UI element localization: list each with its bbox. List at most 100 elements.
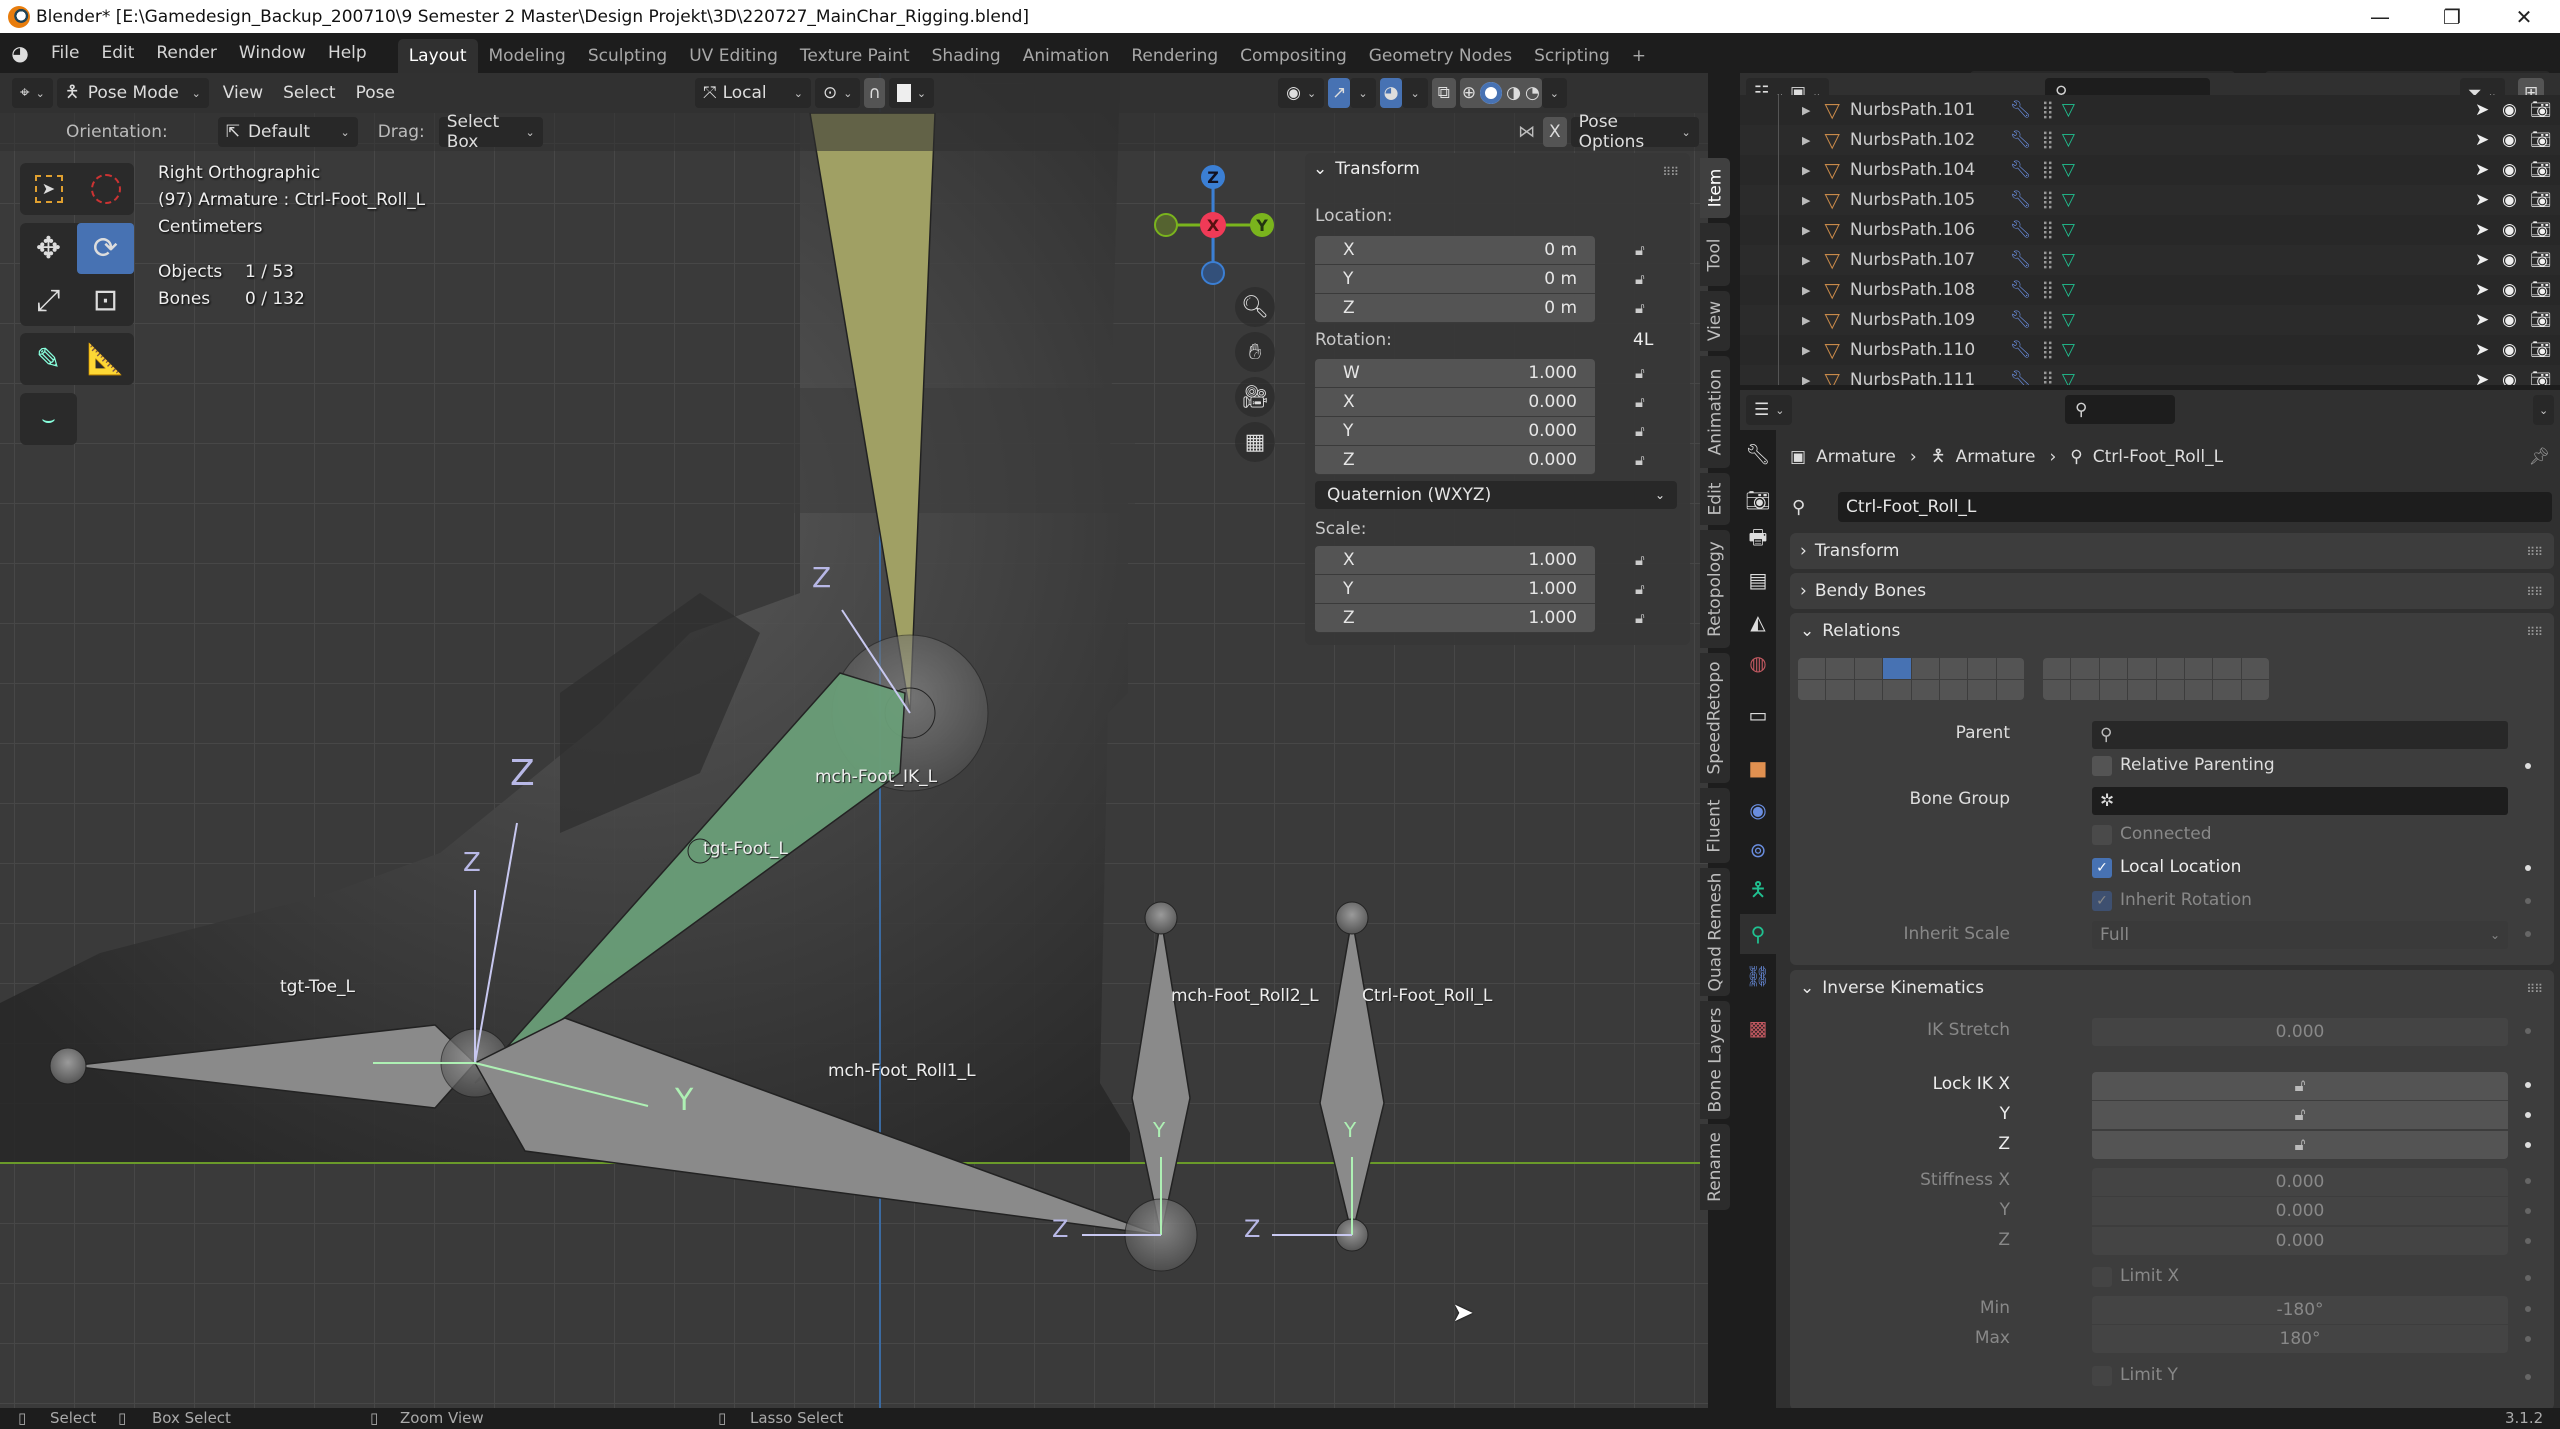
keyframe-dot[interactable] xyxy=(2525,1374,2531,1380)
curve-data-icon[interactable]: ▽ xyxy=(2062,100,2075,120)
eye-visibility-icon[interactable]: ◉ xyxy=(2502,100,2517,120)
render-visibility-icon[interactable]: 📷︎ xyxy=(2530,160,2552,180)
rotation-y-field[interactable]: Y 0.000 xyxy=(1315,417,1595,446)
lock-scale-x-icon[interactable]: 🔓︎ xyxy=(1635,551,1655,571)
keyframe-dot[interactable] xyxy=(2525,1112,2531,1118)
solid-shading-button[interactable] xyxy=(1480,82,1503,104)
sidebar-tab-tool[interactable]: Tool xyxy=(1700,223,1730,286)
tab-object-constraints[interactable]: ⊚ xyxy=(1740,830,1776,870)
bone-layer-button[interactable] xyxy=(1883,679,1911,700)
bone-layer-button[interactable] xyxy=(2241,658,2269,679)
tab-armature-data[interactable]: 🯅 xyxy=(1740,872,1776,912)
limit-y-checkbox[interactable] xyxy=(2092,1366,2112,1386)
outliner-row[interactable]: ▶ ▽ NurbsPath.108 🔧︎ ⣿ ▽ ➤ ◉ 📷︎ xyxy=(1740,275,2560,305)
render-visibility-icon[interactable]: 📷︎ xyxy=(2530,250,2552,270)
minimize-button[interactable]: — xyxy=(2344,0,2416,33)
curve-data-icon[interactable]: ▽ xyxy=(2062,370,2075,385)
outliner-item-name[interactable]: NurbsPath.109 xyxy=(1850,310,2000,330)
lock-ik-y-toggle[interactable]: 🔓︎ xyxy=(2092,1101,2508,1129)
tab-output[interactable]: 🖶︎ xyxy=(1740,520,1776,560)
snap-toggle[interactable]: ∩ xyxy=(864,78,885,108)
render-visibility-icon[interactable]: 📷︎ xyxy=(2530,280,2552,300)
outliner-item-name[interactable]: NurbsPath.106 xyxy=(1850,220,2000,240)
bone-layer-button[interactable] xyxy=(1911,658,1939,679)
panel-bendy-bones[interactable]: › Bendy Bones ⠿⠿ xyxy=(1790,573,2554,609)
sidebar-tab-edit[interactable]: Edit xyxy=(1700,473,1730,525)
keyframe-dot[interactable] xyxy=(2525,1336,2531,1342)
expand-arrow-icon[interactable]: ▶ xyxy=(1802,104,1810,117)
outliner-row[interactable]: ▶ ▽ NurbsPath.107 🔧︎ ⣿ ▽ ➤ ◉ 📷︎ xyxy=(1740,245,2560,275)
hook-icon[interactable]: ⣿ xyxy=(2041,220,2053,240)
hook-icon[interactable]: ⣿ xyxy=(2041,370,2053,385)
curve-data-icon[interactable]: ▽ xyxy=(2062,190,2075,210)
eye-visibility-icon[interactable]: ◉ xyxy=(2502,220,2517,240)
lock-ik-z-toggle[interactable]: 🔓︎ xyxy=(2092,1131,2508,1159)
render-visibility-icon[interactable]: 📷︎ xyxy=(2530,340,2552,360)
bone-layer-button[interactable] xyxy=(2099,658,2128,679)
render-visibility-icon[interactable]: 📷︎ xyxy=(2530,310,2552,330)
bone-layer-button[interactable] xyxy=(1826,679,1854,700)
zoom-view-button[interactable]: 🔍︎ xyxy=(1235,287,1275,327)
inherit-rotation-checkbox[interactable]: ✓ xyxy=(2092,891,2112,911)
outliner-row[interactable]: ▶ ▽ NurbsPath.104 🔧︎ ⣿ ▽ ➤ ◉ 📷︎ xyxy=(1740,155,2560,185)
keyframe-dot[interactable] xyxy=(2525,763,2531,769)
tab-collection[interactable]: ▭ xyxy=(1740,695,1776,735)
eye-visibility-icon[interactable]: ◉ xyxy=(2502,340,2517,360)
pivot-point-button[interactable]: ⊙ ⌄ xyxy=(814,78,861,108)
outliner-item-name[interactable]: NurbsPath.105 xyxy=(1850,190,2000,210)
bone-layer-button[interactable] xyxy=(1939,658,1968,679)
bone-name-input[interactable]: Ctrl-Foot_Roll_L xyxy=(1838,492,2552,522)
modifier-icon[interactable]: 🔧︎ xyxy=(2010,250,2032,270)
bone-layer-button[interactable] xyxy=(1939,679,1968,700)
modifier-icon[interactable]: 🔧︎ xyxy=(2010,100,2032,120)
tab-world[interactable]: ◍ xyxy=(1740,643,1776,683)
keyframe-dot[interactable] xyxy=(2525,1082,2531,1088)
expand-arrow-icon[interactable]: ▶ xyxy=(1802,224,1810,237)
overlays-dropdown[interactable]: ⌄ xyxy=(1402,78,1428,108)
bone-layer-button[interactable] xyxy=(1968,679,1996,700)
selectable-toggle-icon[interactable]: ➤ xyxy=(2475,190,2489,210)
menu-pose[interactable]: Pose xyxy=(346,83,405,103)
limit-x-checkbox[interactable] xyxy=(2092,1267,2112,1287)
outliner-row[interactable]: ▶ ▽ NurbsPath.101 🔧︎ ⣿ ▽ ➤ ◉ 📷︎ xyxy=(1740,95,2560,125)
hook-icon[interactable]: ⣿ xyxy=(2041,190,2053,210)
overlays-toggle[interactable]: ◕ xyxy=(1379,78,1403,108)
relative-parenting-checkbox[interactable] xyxy=(2092,756,2112,776)
sidebar-tab-retopology[interactable]: Retopology xyxy=(1700,530,1730,648)
properties-options-dropdown[interactable]: ⌄ xyxy=(2533,395,2555,425)
drag-grip-icon[interactable]: ⠿⠿ xyxy=(1662,165,1679,179)
outliner-item-name[interactable]: NurbsPath.111 xyxy=(1850,370,2000,385)
lock-rotation-w-icon[interactable]: 🔓︎ xyxy=(1635,364,1655,384)
rotation-lock-4l-toggle[interactable]: 4L xyxy=(1633,330,1653,350)
bone-layer-button[interactable] xyxy=(1911,679,1939,700)
ik-header[interactable]: ⌄ Inverse Kinematics xyxy=(1800,970,1984,1008)
wireframe-shading-button[interactable]: ⊕ xyxy=(1462,83,1476,103)
hook-icon[interactable]: ⣿ xyxy=(2041,280,2053,300)
selectable-toggle-icon[interactable]: ➤ xyxy=(2475,220,2489,240)
curve-data-icon[interactable]: ▽ xyxy=(2062,130,2075,150)
bone-layer-button[interactable] xyxy=(1854,658,1883,679)
outliner-row[interactable]: ▶ ▽ NurbsPath.106 🔧︎ ⣿ ▽ ➤ ◉ 📷︎ xyxy=(1740,215,2560,245)
bone-layer-button[interactable] xyxy=(2156,679,2184,700)
relations-header[interactable]: ⌄ Relations xyxy=(1800,613,1900,651)
workspace-tab-geometry-nodes[interactable]: Geometry Nodes xyxy=(1358,39,1523,73)
lock-location-x-icon[interactable]: 🔓︎ xyxy=(1635,241,1655,261)
parent-field[interactable]: ⚲ xyxy=(2092,721,2508,749)
pan-view-button[interactable]: ✋︎ xyxy=(1235,332,1275,372)
drag-dropdown[interactable]: Select Box ⌄ xyxy=(438,112,543,152)
render-visibility-icon[interactable]: 📷︎ xyxy=(2530,370,2552,385)
expand-arrow-icon[interactable]: ▶ xyxy=(1802,134,1810,147)
expand-arrow-icon[interactable]: ▶ xyxy=(1802,344,1810,357)
curve-data-icon[interactable]: ▽ xyxy=(2062,310,2075,330)
bone-layer-button[interactable] xyxy=(2156,658,2184,679)
maximize-button[interactable]: ❐ xyxy=(2416,0,2488,33)
eye-visibility-icon[interactable]: ◉ xyxy=(2502,160,2517,180)
expand-arrow-icon[interactable]: ▶ xyxy=(1802,314,1810,327)
hook-icon[interactable]: ⣿ xyxy=(2041,250,2053,270)
selectable-toggle-icon[interactable]: ➤ xyxy=(2475,340,2489,360)
bone-layer-button[interactable] xyxy=(2213,658,2241,679)
modifier-icon[interactable]: 🔧︎ xyxy=(2010,190,2032,210)
workspace-tab-rendering[interactable]: Rendering xyxy=(1120,39,1229,73)
scale-z-field[interactable]: Z 1.000 xyxy=(1315,604,1595,633)
bone-layer-button[interactable] xyxy=(1798,679,1826,700)
